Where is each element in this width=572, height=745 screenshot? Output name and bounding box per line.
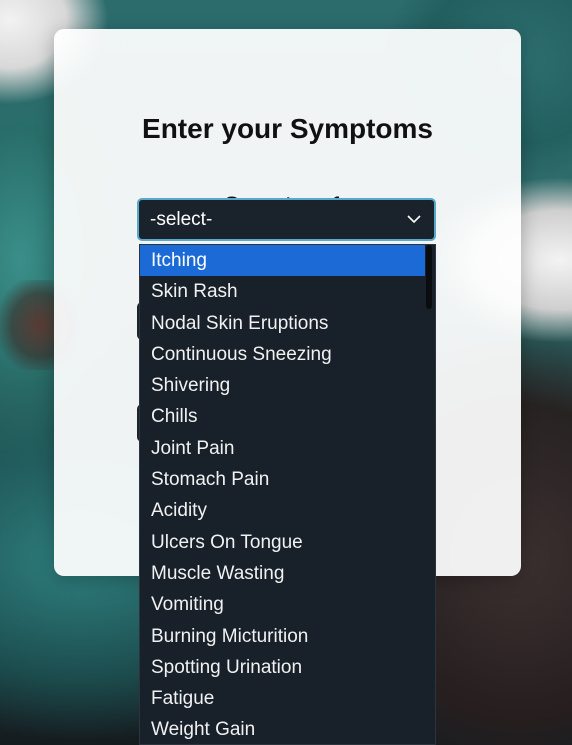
- dropdown-option[interactable]: Muscle Wasting: [140, 558, 425, 589]
- dropdown-option[interactable]: Joint Pain: [140, 433, 425, 464]
- dropdown-option[interactable]: Vomiting: [140, 589, 425, 620]
- dropdown-option[interactable]: Shivering: [140, 370, 425, 401]
- dropdown-option[interactable]: Burning Micturition: [140, 621, 425, 652]
- dropdown-option[interactable]: Weight Gain: [140, 714, 425, 744]
- page-title: Enter your Symptoms: [142, 113, 433, 144]
- dropdown-option[interactable]: Continuous Sneezing: [140, 339, 425, 370]
- dropdown-option[interactable]: Stomach Pain: [140, 464, 425, 495]
- dropdown-option[interactable]: Acidity: [140, 495, 425, 526]
- chevron-down-icon: [407, 215, 421, 224]
- dropdown-option[interactable]: Chills: [140, 401, 425, 432]
- dropdown-option[interactable]: Fatigue: [140, 683, 425, 714]
- dropdown-option[interactable]: Itching: [140, 245, 425, 277]
- symptom-1-select[interactable]: -select-: [137, 198, 436, 241]
- dropdown-option[interactable]: Spotting Urination: [140, 652, 425, 683]
- dropdown-option[interactable]: Skin Rash: [140, 276, 425, 307]
- dropdown-option[interactable]: Nodal Skin Eruptions: [140, 308, 425, 339]
- dropdown-option[interactable]: Ulcers On Tongue: [140, 527, 425, 558]
- dropdown-scrollbar[interactable]: [426, 245, 432, 309]
- select-value: -select-: [150, 209, 213, 230]
- symptom-dropdown-list[interactable]: Itching Skin Rash Nodal Skin Eruptions Cont…: [139, 244, 436, 745]
